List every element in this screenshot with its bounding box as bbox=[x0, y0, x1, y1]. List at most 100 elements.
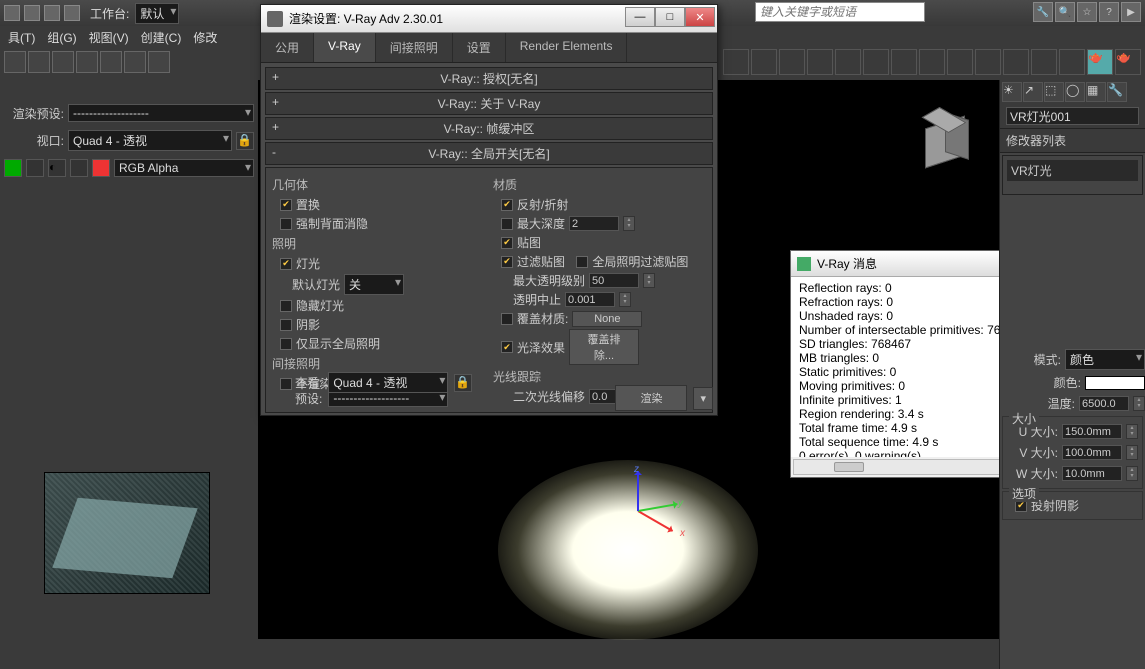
workspace-dropdown[interactable]: 默认 bbox=[135, 3, 179, 24]
lock-view-bottom-icon[interactable]: 🔒 bbox=[454, 374, 472, 392]
channel-r-icon[interactable] bbox=[4, 159, 22, 177]
default-lights-dropdown[interactable]: 关 bbox=[344, 274, 404, 295]
menu-group[interactable]: 组(G) bbox=[47, 29, 76, 46]
filter-maps-checkbox[interactable] bbox=[501, 256, 513, 268]
hierarchy-tab-icon[interactable]: ⬚ bbox=[1044, 82, 1064, 102]
help-icon[interactable]: ? bbox=[1099, 2, 1119, 22]
utilities-tab-icon[interactable]: 🔧 bbox=[1107, 82, 1127, 102]
preset-dropdown[interactable]: ------------------- bbox=[68, 104, 254, 122]
w-size-input[interactable] bbox=[1062, 466, 1122, 481]
rollout-auth[interactable]: +V-Ray:: 授权[无名] bbox=[265, 67, 713, 90]
layers-icon[interactable] bbox=[919, 49, 945, 75]
tab-settings[interactable]: 设置 bbox=[453, 33, 506, 62]
axis-x[interactable] bbox=[638, 510, 674, 532]
render-thumbnail[interactable] bbox=[44, 472, 210, 594]
v-size-input[interactable] bbox=[1062, 445, 1122, 460]
axis-y[interactable] bbox=[638, 503, 678, 512]
redo-icon[interactable] bbox=[64, 5, 80, 21]
search-icon[interactable]: 🔍 bbox=[1055, 2, 1075, 22]
modifier-list-label[interactable]: 修改器列表 bbox=[1000, 129, 1145, 153]
rgb-alpha-dropdown[interactable]: RGB Alpha bbox=[114, 159, 254, 177]
hidden-lights-checkbox[interactable] bbox=[280, 300, 292, 312]
curve-editor-icon[interactable] bbox=[947, 49, 973, 75]
unlink-icon[interactable] bbox=[52, 51, 74, 73]
triangle-icon[interactable]: ▶ bbox=[1121, 2, 1141, 22]
app-icon[interactable] bbox=[4, 5, 20, 21]
key-icon[interactable]: 🔧 bbox=[1033, 2, 1053, 22]
max-depth-input[interactable] bbox=[569, 216, 619, 231]
u-size-spinner[interactable] bbox=[1126, 424, 1138, 439]
menu-tools[interactable]: 具(T) bbox=[8, 29, 35, 46]
u-size-input[interactable] bbox=[1062, 424, 1122, 439]
angle-snap-icon[interactable] bbox=[751, 49, 777, 75]
max-transp-input[interactable] bbox=[589, 273, 639, 288]
teapot-last-icon[interactable]: 🫖 bbox=[1115, 49, 1141, 75]
menu-views[interactable]: 视图(V) bbox=[89, 29, 129, 46]
shadows-checkbox[interactable] bbox=[280, 319, 292, 331]
temperature-spinner[interactable] bbox=[1133, 396, 1145, 411]
gi-filter-checkbox[interactable] bbox=[576, 256, 588, 268]
rollout-about[interactable]: +V-Ray:: 关于 V-Ray bbox=[265, 92, 713, 115]
lock-view-icon[interactable]: 🔒 bbox=[236, 132, 254, 150]
named-sel-icon[interactable] bbox=[835, 49, 861, 75]
scale-icon[interactable] bbox=[148, 51, 170, 73]
refl-refr-checkbox[interactable] bbox=[501, 199, 513, 211]
glossy-checkbox[interactable] bbox=[501, 341, 513, 353]
render-frame-icon[interactable] bbox=[1059, 49, 1085, 75]
bind-icon[interactable] bbox=[76, 51, 98, 73]
mode-dropdown[interactable]: 颜色 bbox=[1065, 349, 1145, 370]
undo-icon[interactable] bbox=[44, 5, 60, 21]
tab-indirect[interactable]: 间接照明 bbox=[376, 33, 453, 62]
channel-mono-icon[interactable] bbox=[92, 159, 110, 177]
spinner-snap-icon[interactable] bbox=[807, 49, 833, 75]
star-icon[interactable]: ☆ bbox=[1077, 2, 1097, 22]
modifier-item[interactable]: VR灯光 bbox=[1007, 160, 1138, 181]
max-transp-spinner[interactable] bbox=[643, 273, 655, 288]
max-depth-spinner[interactable] bbox=[623, 216, 635, 231]
link-icon[interactable] bbox=[28, 51, 50, 73]
override-mtl-checkbox[interactable] bbox=[501, 313, 513, 325]
override-exclude-button[interactable]: 覆盖排除... bbox=[569, 329, 639, 365]
modify-tab-icon[interactable]: ↗ bbox=[1023, 82, 1043, 102]
transform-gizmo[interactable]: x y z bbox=[598, 470, 678, 550]
motion-tab-icon[interactable]: ◯ bbox=[1065, 82, 1085, 102]
render-button[interactable]: 渲染 bbox=[615, 385, 687, 411]
render-setup-icon[interactable] bbox=[1031, 49, 1057, 75]
temperature-input[interactable] bbox=[1079, 396, 1129, 411]
create-tab-icon[interactable]: ☀ bbox=[1002, 82, 1022, 102]
tab-vray[interactable]: V-Ray bbox=[314, 33, 376, 62]
maps-checkbox[interactable] bbox=[501, 237, 513, 249]
transp-cutoff-spinner[interactable] bbox=[619, 292, 631, 307]
channel-a-icon[interactable] bbox=[70, 159, 88, 177]
render-more-button[interactable]: ▾ bbox=[693, 387, 713, 410]
w-size-spinner[interactable] bbox=[1126, 466, 1138, 481]
vray-window-titlebar[interactable]: 渲染设置: V-Ray Adv 2.30.01 — □ ✕ bbox=[261, 5, 717, 33]
schematic-icon[interactable] bbox=[975, 49, 1001, 75]
gi-only-checkbox[interactable] bbox=[280, 338, 292, 350]
transp-cutoff-input[interactable] bbox=[565, 292, 615, 307]
snap-icon[interactable] bbox=[723, 49, 749, 75]
tab-render-elements[interactable]: Render Elements bbox=[506, 33, 628, 62]
object-name-input[interactable] bbox=[1006, 107, 1139, 125]
material-editor-icon[interactable] bbox=[1003, 49, 1029, 75]
tab-common[interactable]: 公用 bbox=[261, 33, 314, 62]
rollout-global-switches[interactable]: -V-Ray:: 全局开关[无名] bbox=[265, 142, 713, 165]
search-input[interactable] bbox=[755, 2, 925, 22]
color-swatch[interactable] bbox=[1085, 376, 1145, 390]
align-icon[interactable] bbox=[891, 49, 917, 75]
save-icon[interactable] bbox=[24, 5, 40, 21]
menu-modify[interactable]: 修改 bbox=[193, 29, 217, 46]
rollout-framebuffer[interactable]: +V-Ray:: 帧缓冲区 bbox=[265, 117, 713, 140]
menu-create[interactable]: 创建(C) bbox=[141, 29, 182, 46]
viewport-dropdown[interactable]: Quad 4 - 透视 bbox=[68, 130, 232, 151]
axis-z[interactable] bbox=[637, 471, 639, 511]
display-tab-icon[interactable]: ▦ bbox=[1086, 82, 1106, 102]
channel-b-icon[interactable]: ◐ bbox=[48, 159, 66, 177]
mirror-icon[interactable] bbox=[863, 49, 889, 75]
maximize-button[interactable]: □ bbox=[655, 7, 685, 27]
select-icon[interactable] bbox=[4, 51, 26, 73]
v-size-spinner[interactable] bbox=[1126, 445, 1138, 460]
lights-checkbox[interactable] bbox=[280, 258, 292, 270]
minimize-button[interactable]: — bbox=[625, 7, 655, 27]
rotate-icon[interactable] bbox=[124, 51, 146, 73]
